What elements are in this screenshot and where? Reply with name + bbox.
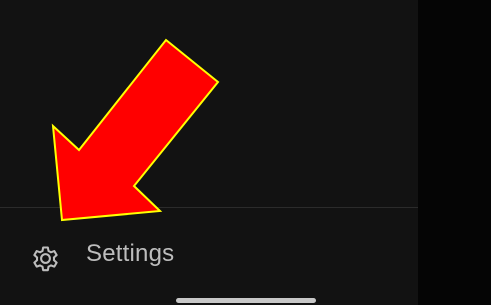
navigation-drawer: Settings xyxy=(0,0,418,305)
screen: Settings xyxy=(0,0,491,305)
settings-menu-item[interactable]: Settings xyxy=(0,222,418,292)
settings-label: Settings xyxy=(86,240,175,267)
divider xyxy=(0,207,418,208)
background-edge xyxy=(418,0,491,305)
gear-icon xyxy=(33,246,58,272)
home-indicator[interactable] xyxy=(176,298,316,303)
